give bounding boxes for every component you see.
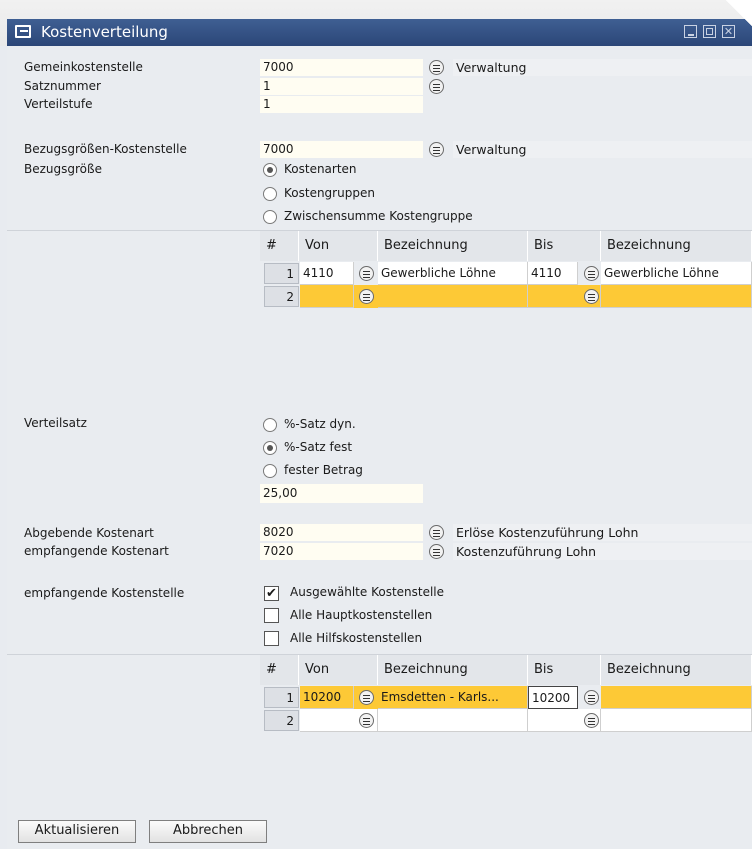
link-arrow-icon[interactable] — [584, 289, 599, 304]
row-number[interactable]: 1 — [264, 687, 299, 708]
minimize-icon[interactable] — [684, 25, 697, 38]
radio-kostengruppen-label: Kostengruppen — [284, 186, 375, 200]
radio-satz-dyn-label: %-Satz dyn. — [284, 417, 356, 431]
verteilsatz-label: Verteilsatz — [24, 416, 87, 430]
window-titlebar[interactable]: Kostenverteilung ✕ — [7, 19, 752, 46]
row-number[interactable]: 2 — [264, 710, 299, 731]
grid2-col-bis[interactable]: Bis — [528, 655, 601, 685]
empfangende-kostenart-description: Kostenzuführung Lohn — [453, 543, 752, 560]
link-arrow-icon[interactable] — [429, 544, 444, 559]
radio-kostengruppen[interactable] — [263, 187, 277, 201]
radio-zwischensumme-label: Zwischensumme Kostengruppe — [284, 209, 473, 223]
satznummer-field[interactable]: 1 — [260, 78, 423, 95]
grid1-col-bis[interactable]: Bis — [528, 231, 601, 261]
gemeinkostenstelle-label: Gemeinkostenstelle — [24, 60, 143, 74]
titlebar-frame: Kostenverteilung ✕ — [0, 0, 752, 46]
link-arrow-icon[interactable] — [429, 142, 444, 157]
table-row[interactable]: 2 — [260, 709, 752, 732]
grid1-header: # Von Bezeichnung Bis Bezeichnung — [260, 231, 752, 262]
link-arrow-icon[interactable] — [359, 266, 374, 281]
radio-satz-fest-label: %-Satz fest — [284, 440, 353, 454]
empfangende-kostenart-label: empfangende Kostenart — [24, 544, 169, 558]
checkbox-alle-haupt-label: Alle Hauptkostenstellen — [290, 608, 433, 622]
link-arrow-icon[interactable] — [359, 690, 374, 705]
row-number[interactable]: 1 — [264, 263, 299, 284]
row-number[interactable]: 2 — [264, 286, 299, 307]
gemeinkostenstelle-description: Verwaltung — [453, 59, 752, 76]
link-arrow-icon[interactable] — [584, 690, 599, 705]
link-arrow-icon[interactable] — [359, 713, 374, 728]
form-icon — [15, 25, 31, 38]
von-description-cell: Gewerbliche Löhne — [378, 262, 528, 285]
empfangende-kostenart-field[interactable]: 7020 — [260, 543, 423, 560]
abbrechen-button[interactable]: Abbrechen — [149, 820, 267, 843]
link-arrow-icon[interactable] — [584, 266, 599, 281]
verteilstufe-field[interactable]: 1 — [260, 96, 423, 113]
grid1-col-num: # — [260, 231, 299, 261]
aktualisieren-button[interactable]: Aktualisieren — [18, 820, 136, 843]
bis-cell[interactable]: 4110 — [528, 262, 578, 285]
grid1-col-bezeichnung[interactable]: Bezeichnung — [378, 231, 528, 261]
link-arrow-icon[interactable] — [429, 79, 444, 94]
von-cell[interactable]: 4110 — [300, 262, 354, 285]
grid2-col-von[interactable]: Von — [299, 655, 378, 685]
radio-satz-dyn[interactable] — [263, 418, 277, 432]
radio-satz-fest[interactable] — [263, 441, 277, 455]
grid2-col-bezeichnung2[interactable]: Bezeichnung — [601, 655, 752, 685]
bezug-kostenstelle-label: Bezugsgrößen-Kostenstelle — [24, 142, 187, 156]
radio-kostenarten[interactable] — [263, 163, 277, 177]
checkbox-ausgewaehlte-kostenstelle[interactable]: ✔ — [264, 586, 279, 601]
grid2-col-bezeichnung[interactable]: Bezeichnung — [378, 655, 528, 685]
table-row[interactable]: 1 4110 Gewerbliche Löhne 4110 Gewerblich… — [260, 262, 752, 285]
von-description-cell — [378, 709, 528, 732]
radio-kostenarten-label: Kostenarten — [284, 162, 357, 176]
abgebende-kostenart-label: Abgebende Kostenart — [24, 526, 154, 540]
table-row[interactable]: 1 10200 Emsdetten - Karls... 10200 — [260, 686, 752, 709]
link-arrow-icon[interactable] — [359, 289, 374, 304]
checkbox-alle-hauptkostenstellen[interactable] — [264, 608, 279, 623]
link-arrow-icon[interactable] — [429, 525, 444, 540]
bezugsgroesse-label: Bezugsgröße — [24, 162, 102, 176]
empfangende-kostenstelle-label: empfangende Kostenstelle — [24, 586, 185, 600]
window-title: Kostenverteilung — [41, 23, 168, 41]
bis-description-cell — [601, 686, 752, 709]
abgebende-kostenart-field[interactable]: 8020 — [260, 524, 423, 541]
bezug-kostenstelle-description: Verwaltung — [453, 141, 752, 158]
radio-zwischensumme[interactable] — [263, 210, 277, 224]
abgebende-kostenart-description: Erlöse Kostenzuführung Lohn — [453, 524, 752, 541]
gemeinkostenstelle-field[interactable]: 7000 — [260, 59, 423, 76]
bis-description-cell — [601, 709, 752, 732]
bis-cell-active[interactable]: 10200 — [528, 686, 578, 709]
satznummer-label: Satznummer — [24, 79, 101, 93]
verteilstufe-label: Verteilstufe — [24, 97, 93, 111]
bis-description-cell — [601, 285, 752, 308]
von-description-cell: Emsdetten - Karls... — [378, 686, 528, 709]
link-arrow-icon[interactable] — [429, 60, 444, 75]
verteilsatz-value-field[interactable]: 25,00 — [260, 484, 423, 503]
grid2-col-num: # — [260, 655, 299, 685]
radio-fester-betrag[interactable] — [263, 464, 277, 478]
checkbox-alle-hilfskostenstellen[interactable] — [264, 631, 279, 646]
table-row[interactable]: 2 — [260, 285, 752, 308]
grid2-header: # Von Bezeichnung Bis Bezeichnung — [260, 655, 752, 686]
bezug-kostenstelle-field[interactable]: 7000 — [260, 141, 423, 158]
form-content: Gemeinkostenstelle 7000 Verwaltung Satzn… — [7, 46, 752, 849]
grid1-col-von[interactable]: Von — [299, 231, 378, 261]
maximize-icon[interactable] — [703, 25, 716, 38]
bis-description-cell: Gewerbliche Löhne — [601, 262, 752, 285]
corner-fold — [726, 0, 752, 26]
radio-fester-betrag-label: fester Betrag — [284, 463, 363, 477]
checkbox-alle-hilfs-label: Alle Hilfskostenstellen — [290, 631, 423, 645]
link-arrow-icon[interactable] — [584, 713, 599, 728]
von-cell[interactable] — [300, 285, 354, 308]
von-cell[interactable]: 10200 — [300, 686, 354, 709]
checkbox-ausgewaehlte-label: Ausgewählte Kostenstelle — [290, 585, 445, 599]
close-icon[interactable]: ✕ — [722, 25, 735, 38]
grid1-col-bezeichnung2[interactable]: Bezeichnung — [601, 231, 752, 261]
von-description-cell — [378, 285, 528, 308]
